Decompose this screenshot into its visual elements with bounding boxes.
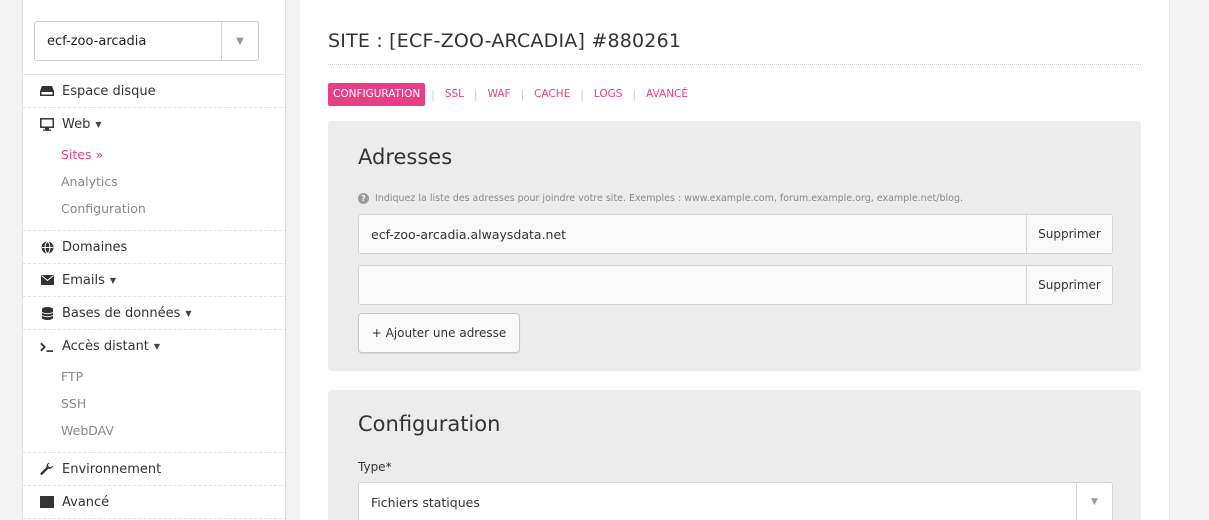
configuration-card: Configuration Type* Fichiers statiques ▼ xyxy=(328,390,1141,520)
account-select[interactable]: ecf-zoo-arcadia ▼ xyxy=(34,21,259,61)
sidebar-item-label: Environnement xyxy=(62,461,162,477)
grid-icon xyxy=(40,495,54,509)
address-input[interactable] xyxy=(359,215,1026,253)
page-title: SITE : [ECF-ZOO-ARCADIA] #880261 xyxy=(328,30,682,52)
tab-separator: | xyxy=(474,88,478,101)
tab-logs[interactable]: LOGS xyxy=(590,83,627,106)
sidebar-subitem-sites[interactable]: Sites » xyxy=(23,141,287,168)
type-select[interactable]: Fichiers statiques ▼ xyxy=(358,482,1113,520)
sidebar-subitem-configuration[interactable]: Configuration xyxy=(23,195,287,222)
sidebar-item-label: Avancé xyxy=(62,494,110,510)
tab-separator: | xyxy=(632,88,636,101)
tab-ssl[interactable]: SSL xyxy=(441,83,468,106)
sidebar-subitem-ftp[interactable]: FTP xyxy=(23,363,287,390)
addresses-card: Adresses ? Indiquez la liste des adresse… xyxy=(328,121,1141,371)
sidebar-item-label: Espace disque xyxy=(62,83,156,99)
type-select-value: Fichiers statiques xyxy=(371,494,480,510)
sidebar-item-disk[interactable]: Espace disque xyxy=(23,75,287,108)
tab-cache[interactable]: CACHE xyxy=(530,83,574,106)
sidebar-group-remote: Accès distant ▼ FTP SSH WebDAV xyxy=(23,330,287,453)
address-row: Supprimer xyxy=(358,214,1113,254)
sidebar-item-advanced[interactable]: Avancé xyxy=(23,486,287,519)
main-content: SITE : [ECF-ZOO-ARCADIA] #880261 CONFIGU… xyxy=(300,0,1169,520)
sidebar-subitem-ssh[interactable]: SSH xyxy=(23,390,287,417)
sidebar-subitem-analytics[interactable]: Analytics xyxy=(23,168,287,195)
sidebar-nav: Espace disque Web ▼ Sites » Analytics Co… xyxy=(23,75,287,519)
add-address-button[interactable]: + Ajouter une adresse xyxy=(358,313,520,353)
chevron-down-icon: ▼ xyxy=(1076,483,1112,520)
hard-drive-icon xyxy=(40,84,54,98)
sidebar-item-label: Bases de données xyxy=(62,305,181,321)
sidebar-item-label: Accès distant xyxy=(62,339,149,354)
address-input[interactable] xyxy=(359,266,1026,304)
tab-waf[interactable]: WAF xyxy=(484,83,515,106)
sidebar-item-domains[interactable]: Domaines xyxy=(23,231,287,264)
sidebar: ecf-zoo-arcadia ▼ Espace disque Web ▼ Si… xyxy=(22,0,287,520)
address-row: Supprimer xyxy=(358,265,1113,305)
tab-advanced[interactable]: AVANCÉ xyxy=(642,83,692,106)
addresses-help-text: Indiquez la liste des adresses pour join… xyxy=(375,193,964,204)
sidebar-subitem-webdav[interactable]: WebDAV xyxy=(23,417,287,444)
globe-icon xyxy=(40,240,54,254)
sidebar-item-databases[interactable]: Bases de données ▼ xyxy=(23,297,287,330)
caret-down-icon: ▼ xyxy=(185,308,192,318)
sidebar-item-remote[interactable]: Accès distant ▼ xyxy=(23,330,287,363)
configuration-title: Configuration xyxy=(358,412,501,436)
database-icon xyxy=(40,306,54,320)
sidebar-panel: ecf-zoo-arcadia ▼ Espace disque Web ▼ Si… xyxy=(22,0,287,520)
sidebar-item-environment[interactable]: Environnement xyxy=(23,453,287,486)
chevron-down-icon: ▼ xyxy=(221,22,258,60)
divider xyxy=(328,64,1141,65)
sidebar-item-web[interactable]: Web ▼ xyxy=(23,108,287,141)
caret-down-icon: ▼ xyxy=(95,120,102,129)
sidebar-item-label: Emails xyxy=(62,272,105,288)
sidebar-item-label: Web xyxy=(62,117,91,132)
caret-down-icon: ▼ xyxy=(153,342,161,351)
sidebar-item-emails[interactable]: Emails ▼ xyxy=(23,264,287,297)
delete-address-button[interactable]: Supprimer xyxy=(1026,266,1112,304)
monitor-icon xyxy=(40,118,54,132)
tab-separator: | xyxy=(431,88,435,101)
addresses-title: Adresses xyxy=(358,145,453,169)
account-select-value: ecf-zoo-arcadia xyxy=(47,33,147,49)
tab-separator: | xyxy=(520,88,525,101)
site-tabs: CONFIGURATION | SSL | WAF | CACHE | LOGS… xyxy=(328,83,692,106)
question-circle-icon: ? xyxy=(358,193,369,204)
envelope-icon xyxy=(40,273,54,287)
addresses-help: ? Indiquez la liste des adresses pour jo… xyxy=(358,193,963,204)
delete-address-button[interactable]: Supprimer xyxy=(1026,215,1112,253)
caret-down-icon: ▼ xyxy=(109,275,116,285)
type-label: Type* xyxy=(358,460,392,474)
tab-separator: | xyxy=(580,88,584,101)
right-margin xyxy=(1169,0,1209,520)
wrench-icon xyxy=(40,462,54,476)
tab-configuration[interactable]: CONFIGURATION xyxy=(328,83,426,106)
sidebar-group-web: Web ▼ Sites » Analytics Configuration xyxy=(23,108,287,231)
terminal-icon xyxy=(40,340,54,354)
sidebar-item-label: Domaines xyxy=(62,239,128,255)
